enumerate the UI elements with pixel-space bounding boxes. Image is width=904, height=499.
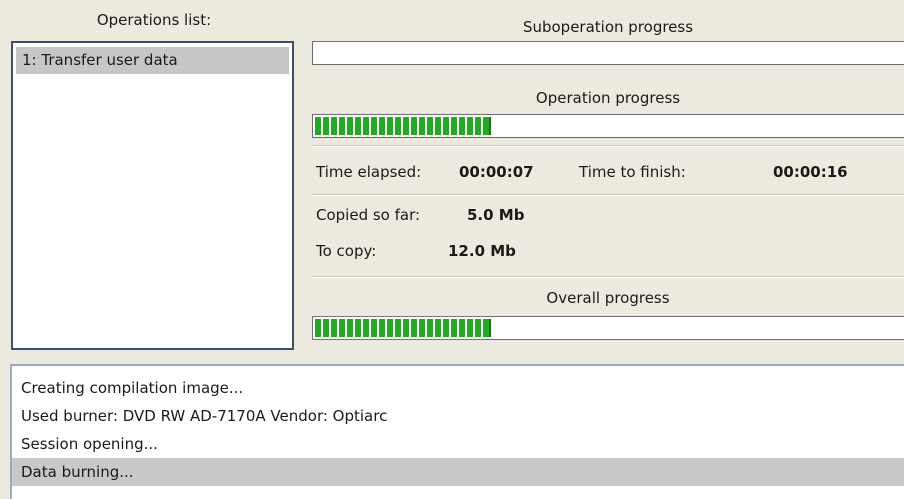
time-elapsed-label: Time elapsed: [316, 163, 422, 181]
log-panel[interactable]: Creating compilation image... Used burne… [10, 364, 904, 499]
copied-so-far-value: 5.0 Mb [467, 206, 525, 224]
time-elapsed-value: 00:00:07 [459, 163, 534, 181]
overall-progress-fill [315, 319, 491, 337]
operation-progress-fill [315, 117, 491, 135]
operations-list[interactable]: 1: Transfer user data [11, 41, 294, 350]
time-to-finish-value: 00:00:16 [773, 163, 848, 181]
copied-so-far-label: Copied so far: [316, 206, 421, 224]
divider [312, 145, 904, 147]
operation-progress-title: Operation progress [535, 89, 681, 107]
suboperation-progress-title: Suboperation progress [522, 18, 694, 36]
time-to-finish-label: Time to finish: [579, 163, 686, 181]
to-copy-value: 12.0 Mb [448, 242, 516, 260]
log-line[interactable]: Session opening... [12, 430, 904, 458]
divider [312, 194, 904, 196]
to-copy-label: To copy: [316, 242, 377, 260]
suboperation-progress-bar [312, 41, 904, 65]
log-line-selected[interactable]: Data burning... [12, 458, 904, 486]
divider [312, 276, 904, 278]
operation-progress-bar [312, 114, 904, 138]
log-line[interactable]: Used burner: DVD RW AD-7170A Vendor: Opt… [12, 402, 904, 430]
overall-progress-title: Overall progress [546, 289, 670, 307]
operation-item-transfer-user-data[interactable]: 1: Transfer user data [16, 47, 289, 74]
overall-progress-bar [312, 316, 904, 340]
operations-list-title: Operations list: [96, 11, 212, 29]
log-line[interactable]: Creating compilation image... [12, 374, 904, 402]
